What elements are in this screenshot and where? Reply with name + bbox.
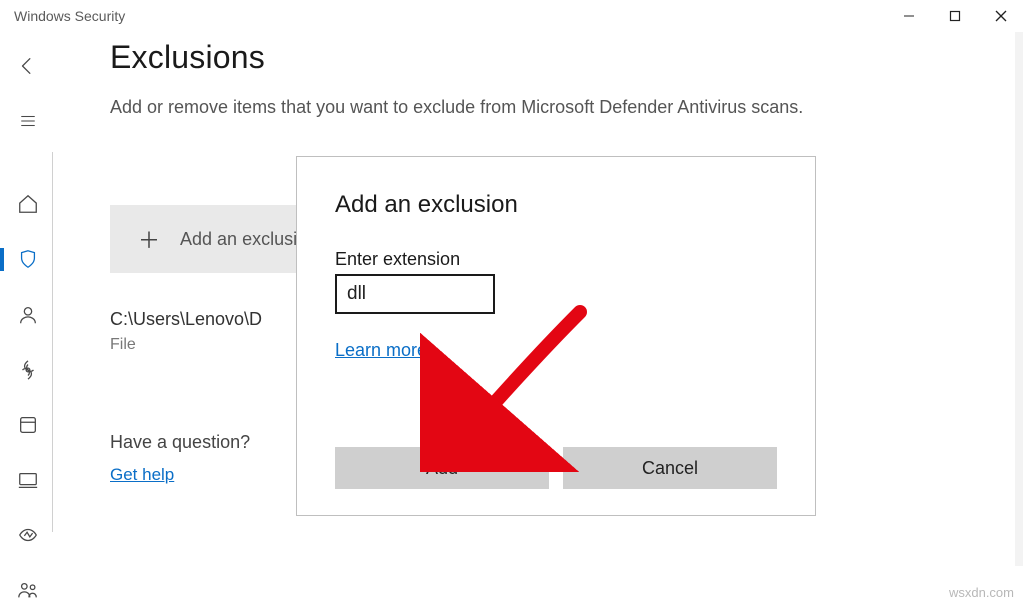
plus-icon: ＋ (138, 223, 160, 255)
maximize-button[interactable] (932, 0, 978, 32)
get-help-link[interactable]: Get help (110, 465, 174, 484)
sidebar-item-family[interactable] (0, 575, 56, 606)
sidebar (0, 32, 56, 606)
titlebar: Windows Security (0, 0, 1024, 32)
window-title: Windows Security (14, 8, 125, 24)
sidebar-item-home[interactable] (0, 189, 56, 220)
dialog-title: Add an exclusion (335, 191, 777, 219)
page-title: Exclusions (110, 39, 994, 76)
dialog-buttons: Add Cancel (335, 447, 777, 489)
close-button[interactable] (978, 0, 1024, 32)
sidebar-item-device[interactable] (0, 464, 56, 495)
add-button[interactable]: Add (335, 447, 549, 489)
sidebar-divider (52, 152, 53, 532)
sidebar-item-app-browser[interactable] (0, 409, 56, 440)
watermark: wsxdn.com (949, 585, 1014, 600)
page-description: Add or remove items that you want to exc… (110, 94, 890, 121)
extension-field-label: Enter extension (335, 249, 777, 270)
window-controls (886, 0, 1024, 32)
add-exclusion-dialog: Add an exclusion Enter extension Learn m… (296, 156, 816, 516)
extension-input[interactable] (335, 274, 495, 314)
sidebar-item-security[interactable] (0, 244, 56, 275)
sidebar-item-firewall[interactable] (0, 354, 56, 385)
sidebar-item-performance[interactable] (0, 520, 56, 551)
back-button[interactable] (0, 50, 56, 81)
scrollbar[interactable] (1015, 32, 1023, 566)
minimize-button[interactable] (886, 0, 932, 32)
learn-more-link[interactable]: Learn more (335, 340, 427, 361)
cancel-button[interactable]: Cancel (563, 447, 777, 489)
sidebar-item-account[interactable] (0, 299, 56, 330)
menu-button[interactable] (0, 105, 56, 136)
